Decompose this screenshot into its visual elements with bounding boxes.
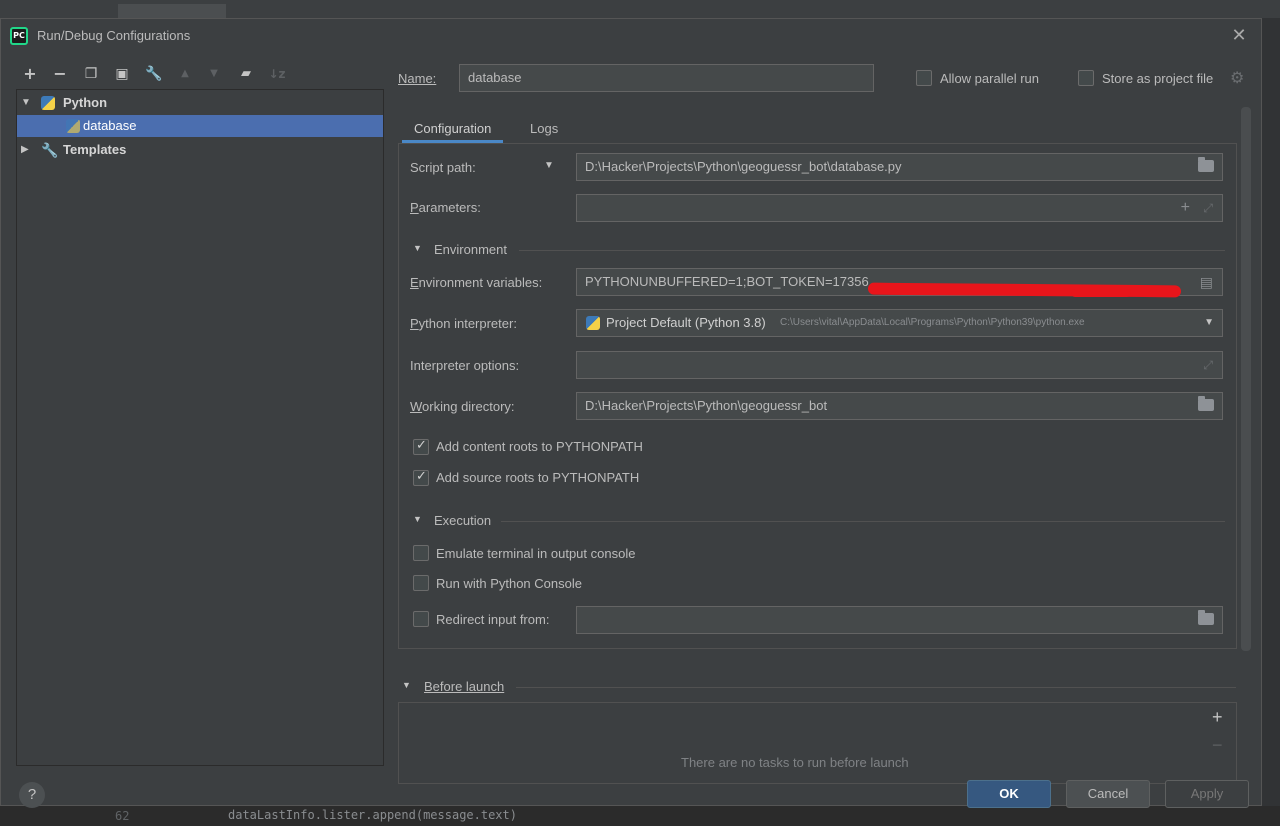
empty-text: There are no tasks to run before launch — [681, 755, 909, 770]
move-up-icon[interactable]: ▲ — [174, 63, 196, 85]
before-launch-list: + − There are no tasks to run before lau… — [398, 702, 1237, 784]
redaction-mark — [1071, 289, 1131, 297]
wrench-icon[interactable]: 🔧 — [143, 63, 165, 85]
interpreter-label: Python interpreter: — [410, 316, 517, 331]
working-dir-value: D:\Hacker\Projects\Python\geoguessr_bot — [585, 398, 828, 413]
allow-parallel-checkbox[interactable] — [916, 70, 932, 86]
remove-task-icon[interactable]: − — [1212, 735, 1223, 756]
move-down-icon[interactable]: ▼ — [203, 63, 225, 85]
help-button[interactable]: ? — [19, 782, 45, 808]
redirect-input-label: Redirect input from: — [436, 612, 550, 627]
script-type-dropdown[interactable]: ▼ — [544, 160, 554, 171]
run-debug-dialog: PC Run/Debug Configurations ✕ + − ❐ ▣ 🔧 … — [0, 18, 1262, 808]
tree-item-label: database — [83, 118, 137, 133]
ide-background-toolbar — [0, 0, 1280, 18]
tree-item-database[interactable]: database — [17, 115, 383, 137]
config-tree: ▼ Python database ▶ 🔧 Templates — [16, 89, 384, 766]
python-icon — [41, 96, 55, 110]
execution-section-title: Execution — [434, 513, 492, 528]
folder-icon[interactable]: ▰ — [235, 63, 257, 85]
script-path-value: D:\Hacker\Projects\Python\geoguessr_bot\… — [585, 159, 902, 174]
python-console-checkbox[interactable] — [413, 575, 429, 591]
tree-item-python[interactable]: ▼ Python — [17, 92, 383, 114]
working-dir-label: Working directory: — [410, 399, 515, 414]
allow-parallel-label: Allow parallel run — [940, 71, 1039, 86]
name-label: Name: — [398, 71, 437, 86]
tab-configuration[interactable]: Configuration — [402, 115, 504, 143]
section-divider — [516, 687, 1236, 688]
redirect-input-checkbox[interactable] — [413, 611, 429, 627]
content-roots-label: Add content roots to PYTHONPATH — [436, 439, 643, 454]
store-project-label: Store as project file — [1102, 71, 1214, 86]
parameters-input[interactable]: + ⤢ — [576, 194, 1223, 222]
working-dir-input[interactable]: D:\Hacker\Projects\Python\geoguessr_bot — [576, 392, 1223, 420]
script-path-input[interactable]: D:\Hacker\Projects\Python\geoguessr_bot\… — [576, 153, 1223, 181]
sort-icon[interactable]: ↓z — [266, 63, 288, 85]
before-launch-title: Before launch — [424, 679, 505, 694]
interpreter-path: C:\Users\vital\AppData\Local\Programs\Py… — [780, 317, 1085, 328]
chevron-down-icon[interactable]: ▼ — [1204, 310, 1214, 336]
section-divider — [519, 250, 1225, 251]
script-path-label: Script path: — [410, 160, 476, 175]
remove-icon[interactable]: − — [49, 63, 71, 85]
add-icon[interactable]: + — [1181, 195, 1190, 221]
parameters-label: Parameters: — [410, 200, 481, 215]
close-icon[interactable]: ✕ — [1229, 25, 1249, 45]
folder-icon[interactable] — [1198, 610, 1214, 625]
env-vars-label: Environment variables: — [410, 275, 543, 290]
copy-icon[interactable]: ❐ — [80, 63, 102, 85]
wrench-icon: 🔧 — [41, 142, 59, 158]
collapse-icon[interactable]: ▼ — [413, 243, 422, 253]
cancel-button[interactable]: Cancel — [1066, 780, 1150, 808]
environment-section-title: Environment — [434, 242, 507, 257]
tab-logs[interactable]: Logs — [518, 115, 570, 143]
scrollbar[interactable] — [1241, 107, 1251, 651]
dialog-titlebar: PC Run/Debug Configurations ✕ — [1, 19, 1261, 53]
ide-background-tab — [118, 4, 226, 18]
source-roots-label: Add source roots to PYTHONPATH — [436, 470, 640, 485]
python-icon — [586, 316, 600, 330]
python-file-icon — [66, 119, 80, 133]
expand-icon[interactable]: ⤢ — [1203, 352, 1213, 378]
env-vars-value: PYTHONUNBUFFERED=1;BOT_TOKEN=17356 — [585, 274, 869, 289]
collapse-icon[interactable]: ▼ — [402, 680, 411, 690]
ide-background-editor: 62 dataLastInfo.lister.append(message.te… — [0, 806, 1280, 826]
name-input[interactable]: database — [459, 64, 874, 92]
edit-list-icon[interactable]: ▤ — [1200, 269, 1213, 295]
add-icon[interactable]: + — [19, 63, 41, 85]
collapse-icon[interactable]: ▶ — [21, 139, 33, 161]
apply-button[interactable]: Apply — [1165, 780, 1249, 808]
pycharm-icon: PC — [10, 27, 28, 45]
python-console-label: Run with Python Console — [436, 576, 582, 591]
emulate-terminal-checkbox[interactable] — [413, 545, 429, 561]
code-line: dataLastInfo.lister.append(message.text) — [228, 808, 517, 822]
gear-icon[interactable]: ⚙ — [1230, 68, 1244, 88]
interpreter-select[interactable]: Project Default (Python 3.8) C:\Users\vi… — [576, 309, 1223, 337]
line-number: 62 — [115, 809, 130, 823]
store-project-checkbox[interactable] — [1078, 70, 1094, 86]
interp-options-input[interactable]: ⤢ — [576, 351, 1223, 379]
tree-item-templates[interactable]: ▶ 🔧 Templates — [17, 139, 383, 161]
content-roots-checkbox[interactable] — [413, 438, 429, 455]
tree-item-label: Templates — [63, 142, 127, 157]
emulate-terminal-label: Emulate terminal in output console — [436, 546, 636, 561]
expand-icon[interactable]: ⤢ — [1203, 195, 1213, 221]
expand-icon[interactable]: ▼ — [21, 92, 33, 114]
tree-item-label: Python — [63, 95, 108, 110]
redirect-input-field[interactable] — [576, 606, 1223, 634]
ide-background-right — [1262, 18, 1280, 806]
interpreter-value: Project Default (Python 3.8) — [606, 315, 766, 330]
interp-options-label: Interpreter options: — [410, 358, 520, 373]
section-divider — [501, 521, 1225, 522]
source-roots-checkbox[interactable] — [413, 469, 429, 486]
collapse-icon[interactable]: ▼ — [413, 514, 422, 524]
folder-icon[interactable] — [1198, 396, 1214, 411]
ok-button[interactable]: OK — [967, 780, 1051, 808]
folder-icon[interactable] — [1198, 157, 1214, 172]
add-task-icon[interactable]: + — [1212, 707, 1223, 728]
save-icon[interactable]: ▣ — [111, 63, 133, 85]
dialog-title: Run/Debug Configurations — [37, 28, 191, 43]
